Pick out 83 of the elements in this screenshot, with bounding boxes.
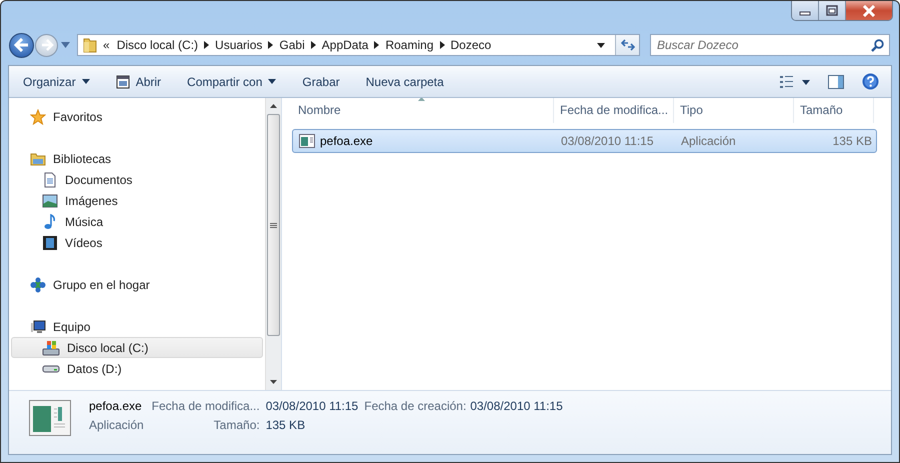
scrollbar-thumb[interactable] <box>267 114 280 336</box>
sidebar-item[interactable]: Favoritos <box>11 106 263 127</box>
film-icon <box>42 234 58 250</box>
field-label: Fecha de creación: <box>364 399 464 413</box>
preview-pane-icon <box>828 74 844 88</box>
sidebar-item[interactable]: Equipo <box>11 316 263 337</box>
sidebar-item[interactable]: Imágenes <box>11 190 263 211</box>
breadcrumb[interactable]: Usuarios <box>215 38 262 52</box>
toolbar-button[interactable]: Grabar <box>296 70 346 92</box>
list-view-icon <box>780 76 810 88</box>
sort-arrow-icon <box>418 98 425 101</box>
document-icon <box>42 172 58 188</box>
search-icon[interactable] <box>871 39 884 52</box>
chevron-right-icon[interactable] <box>440 41 444 49</box>
help-icon <box>862 73 879 90</box>
field-label: Fecha de modifica... <box>150 399 260 413</box>
table-cell: 135 KB <box>832 134 872 148</box>
restore-icon <box>825 4 839 16</box>
column-header[interactable]: Tamaño <box>794 98 874 123</box>
arrow-left-icon <box>14 38 30 52</box>
chevron-right-icon[interactable] <box>310 41 316 49</box>
computer-icon <box>30 318 46 334</box>
toolbar-button[interactable]: Nueva carpeta <box>360 70 450 92</box>
caret-icon <box>268 79 276 84</box>
file-row[interactable]: pefoa.exe 03/08/2010 11:15 Aplicación 135 KB <box>292 129 877 153</box>
table-cell: pefoa.exe <box>320 134 373 148</box>
sidebar-item[interactable]: Documentos <box>11 169 263 190</box>
chevron-right-icon[interactable] <box>268 41 274 49</box>
column-header[interactable]: Tipo <box>674 98 794 123</box>
arrow-right-icon <box>40 39 54 51</box>
breadcrumb[interactable]: Gabi <box>279 38 305 52</box>
refresh-icon <box>620 39 634 51</box>
refresh-button[interactable] <box>615 35 639 55</box>
sidebar-item[interactable]: Disco local (C:) <box>11 337 263 358</box>
folder-icon <box>83 37 97 53</box>
address-bar[interactable]: « Disco local (C:) Usuarios Gabi AppData Roaming Dozeco <box>77 34 640 56</box>
toolbar-button[interactable]: Organizar <box>17 70 96 92</box>
caret-icon <box>82 79 90 84</box>
chevron-right-icon[interactable] <box>374 41 380 49</box>
application-icon <box>299 134 315 148</box>
sidebar-item[interactable]: Bibliotecas <box>11 148 263 169</box>
toolbar-button[interactable]: Compartir con <box>181 70 282 92</box>
field-value: 03/08/2010 11:15 <box>266 399 358 413</box>
scroll-up-icon[interactable] <box>270 104 277 108</box>
scrollbar[interactable] <box>265 98 281 390</box>
table-cell: Aplicación <box>681 134 736 148</box>
close-button[interactable] <box>846 1 892 20</box>
scroll-down-icon[interactable] <box>270 380 277 384</box>
minimize-button[interactable] <box>792 1 819 20</box>
sidebar-item[interactable]: Música <box>11 211 263 232</box>
breadcrumb[interactable]: Roaming <box>385 38 434 52</box>
sidebar-item[interactable]: Vídeos <box>11 232 263 253</box>
maximize-button[interactable] <box>819 1 846 20</box>
drive-icon <box>42 364 60 372</box>
file-type: Aplicación <box>89 418 144 432</box>
field-value: 135 KB <box>266 418 306 432</box>
breadcrumb[interactable]: Disco local (C:) <box>116 38 198 52</box>
column-header[interactable]: Fecha de modifica... <box>554 98 674 123</box>
file-name: pefoa.exe <box>89 399 143 413</box>
grip-icon <box>270 222 277 228</box>
breadcrumb[interactable]: Dozeco <box>450 38 492 52</box>
window-icon <box>116 74 130 88</box>
field-value: 03/08/2010 11:15 <box>470 399 563 413</box>
music-note-icon <box>42 214 58 230</box>
close-icon <box>861 4 877 16</box>
column-header[interactable]: Nombre <box>292 98 554 123</box>
star-icon <box>30 108 46 124</box>
picture-icon <box>42 192 58 208</box>
homegroup-icon <box>30 276 46 292</box>
breadcrumb[interactable]: AppData <box>322 38 368 52</box>
application-icon <box>29 400 71 436</box>
drive-icon <box>42 340 60 356</box>
toolbar-button[interactable]: Abrir <box>110 70 168 92</box>
table-cell: 03/08/2010 11:15 <box>561 134 654 148</box>
search-field[interactable]: Buscar Dozeco <box>650 34 890 56</box>
sidebar-item[interactable]: Datos (D:) <box>11 358 263 379</box>
folder-icon <box>30 150 46 166</box>
dropdown-arrow-icon[interactable] <box>597 42 605 48</box>
chevron-right-icon[interactable] <box>204 41 210 49</box>
sidebar-item[interactable]: Grupo en el hogar <box>11 274 263 295</box>
back-button[interactable] <box>9 32 34 58</box>
field-label: Tamaño: <box>212 418 260 432</box>
breadcrumb-overflow[interactable]: « <box>103 38 110 52</box>
